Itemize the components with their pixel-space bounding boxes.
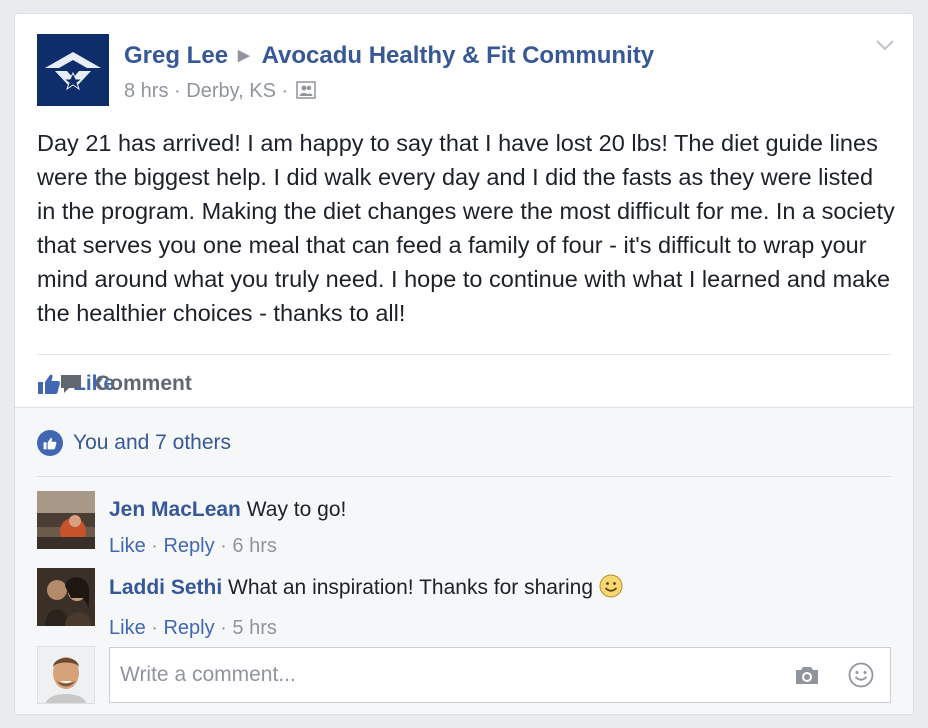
arrow-right-icon: ▶ <box>238 47 250 64</box>
comment-body: Jen MacLean Way to go! Like · Reply · 6 … <box>109 491 346 559</box>
post-card: Greg Lee ▶ Avocadu Healthy & Fit Community… <box>14 13 914 715</box>
comment-links: Like · Reply · 5 hrs <box>109 617 277 639</box>
action-bar: Like Comment <box>37 366 192 402</box>
author-name[interactable]: Greg Lee <box>124 42 228 69</box>
comment-input-box[interactable] <box>109 647 891 703</box>
divider <box>37 354 891 355</box>
comment-like-link[interactable]: Like <box>109 617 146 639</box>
divider <box>37 476 891 477</box>
smiley-emoji-icon <box>599 574 623 605</box>
commenter-avatar[interactable] <box>37 491 95 549</box>
thumbs-up-icon <box>38 374 60 394</box>
like-badge-icon <box>37 430 63 456</box>
comment-author[interactable]: Jen MacLean <box>109 498 241 521</box>
comment-bubble-icon <box>61 375 81 393</box>
author-avatar[interactable] <box>37 34 109 106</box>
post-header: Greg Lee ▶ Avocadu Healthy & Fit Community <box>124 42 654 70</box>
comment-item: Jen MacLean Way to go! Like · Reply · 6 … <box>37 491 346 559</box>
comment-item: Laddi Sethi What an inspiration! Thanks … <box>37 568 623 641</box>
camera-icon[interactable] <box>794 664 820 691</box>
comment-button[interactable]: Comment <box>59 372 192 396</box>
emoji-icon[interactable] <box>848 662 874 693</box>
commenter-avatar[interactable] <box>37 568 95 626</box>
comment-time[interactable]: 5 hrs <box>232 617 276 639</box>
current-user-avatar[interactable] <box>37 646 95 704</box>
comment-input[interactable] <box>110 662 762 688</box>
post-location[interactable]: Derby, KS <box>186 80 276 102</box>
post-time[interactable]: 8 hrs <box>124 80 168 102</box>
comment-composer <box>37 646 891 704</box>
post-meta: 8 hrs · Derby, KS · <box>124 80 316 105</box>
comment-text: Way to go! <box>246 498 347 521</box>
chevron-down-icon[interactable] <box>875 38 895 57</box>
likes-summary-text: You and 7 others <box>73 431 232 454</box>
air-force-logo-icon <box>37 34 109 106</box>
comment-text: What an inspiration! Thanks for sharing <box>228 576 593 599</box>
likes-summary[interactable]: You and 7 others <box>37 430 231 456</box>
comment-author[interactable]: Laddi Sethi <box>109 576 222 599</box>
comment-reply-link[interactable]: Reply <box>163 535 214 557</box>
comment-time[interactable]: 6 hrs <box>232 535 276 557</box>
group-audience-icon[interactable] <box>295 81 316 105</box>
post-text: Day 21 has arrived! I am happy to say th… <box>37 130 895 326</box>
comment-reply-link[interactable]: Reply <box>163 617 214 639</box>
comment-label: Comment <box>95 372 192 395</box>
group-name[interactable]: Avocadu Healthy & Fit Community <box>262 42 654 69</box>
comment-like-link[interactable]: Like <box>109 535 146 557</box>
comment-body: Laddi Sethi What an inspiration! Thanks … <box>109 568 623 641</box>
comment-links: Like · Reply · 6 hrs <box>109 535 277 557</box>
feedback-section: You and 7 others Jen MacLean Way to go! … <box>15 407 913 714</box>
